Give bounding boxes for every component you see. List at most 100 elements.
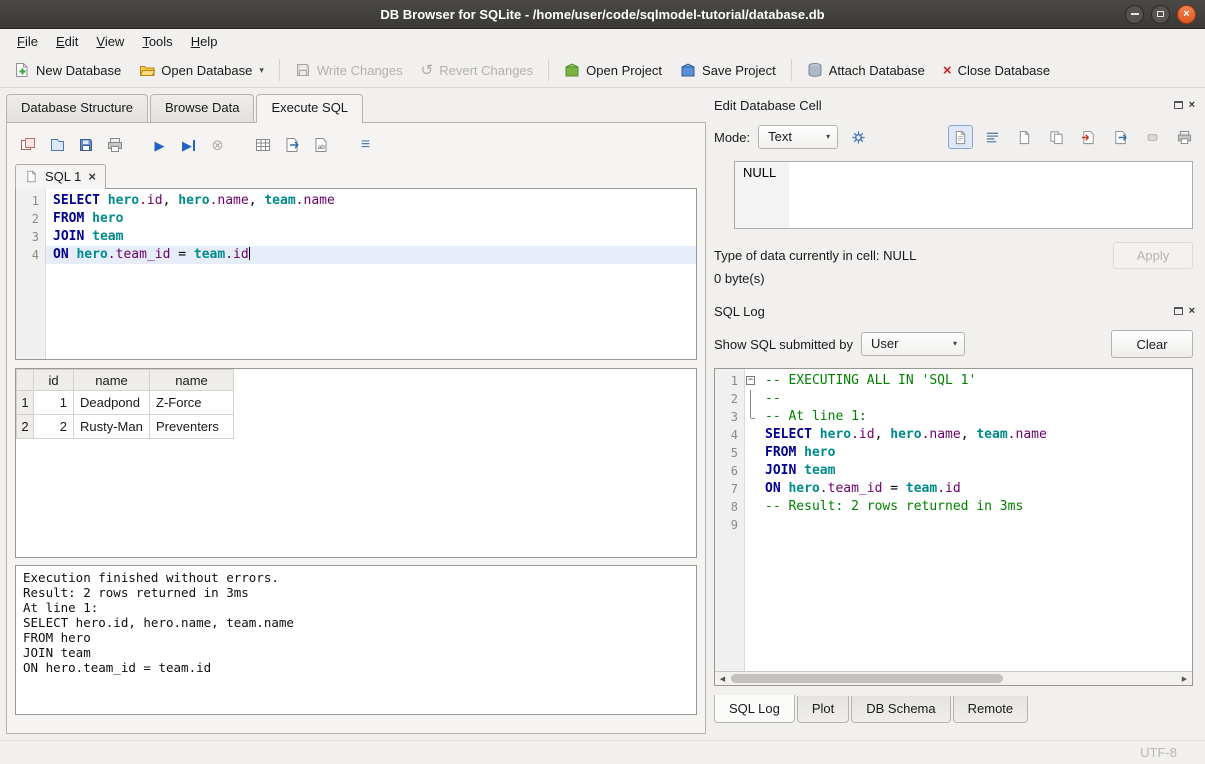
mode-value: Text <box>768 129 792 144</box>
print-cell-button[interactable] <box>1172 125 1197 149</box>
clear-log-button[interactable]: Clear <box>1111 330 1193 358</box>
minimize-button[interactable] <box>1125 5 1144 24</box>
table-row[interactable]: 1 1 Deadpond Z-Force <box>17 391 234 415</box>
row-number[interactable]: 2 <box>17 415 34 439</box>
new-database-button[interactable]: New Database <box>6 58 129 82</box>
cell-team-name[interactable]: Z-Force <box>150 391 234 415</box>
close-database-button[interactable]: × Close Database <box>935 59 1058 82</box>
code-text: -- Result: 2 rows returned in 3ms <box>758 498 1192 516</box>
open-project-button[interactable]: Open Project <box>556 58 670 82</box>
close-button[interactable]: × <box>1177 5 1196 24</box>
close-panel-icon[interactable]: × <box>1189 100 1195 111</box>
column-header-id[interactable]: id <box>34 370 74 391</box>
execution-output[interactable]: Execution finished without errors.Result… <box>15 565 697 715</box>
float-panel-icon[interactable] <box>1174 101 1183 109</box>
results-area[interactable]: id name name 1 1 Deadpond Z-Force 2 2 Ru… <box>15 368 697 558</box>
menu-tools[interactable]: Tools <box>133 31 181 52</box>
text-mode-button[interactable] <box>948 125 973 149</box>
code-text <box>758 516 1192 534</box>
export-cell-data-button[interactable] <box>1108 125 1133 149</box>
tab-database-structure[interactable]: Database Structure <box>6 94 148 122</box>
save-sql-file-button[interactable] <box>73 133 98 157</box>
cell-id[interactable]: 2 <box>34 415 74 439</box>
execute-line-icon: ▶ <box>182 139 192 152</box>
sql-log-view[interactable]: 1−-- EXECUTING ALL IN 'SQL 1'2--3-- At l… <box>714 368 1193 686</box>
code-line[interactable]: 6JOIN team <box>715 462 1192 480</box>
code-line[interactable]: 2FROM hero <box>16 210 696 228</box>
scroll-right-icon[interactable]: ▶ <box>1177 675 1192 683</box>
save-project-button[interactable]: Save Project <box>672 58 784 82</box>
menu-file[interactable]: File <box>8 31 47 52</box>
execute-sql-panel: ▶ ▶ ⊗ <box>6 122 706 734</box>
new-sql-tab-button[interactable] <box>15 133 40 157</box>
code-line[interactable]: 5FROM hero <box>715 444 1192 462</box>
table-row[interactable]: 2 2 Rusty-Man Preventers <box>17 415 234 439</box>
tab-remote[interactable]: Remote <box>953 696 1029 723</box>
attach-database-button[interactable]: Attach Database <box>799 58 933 82</box>
tab-db-schema[interactable]: DB Schema <box>851 696 950 723</box>
code-line[interactable]: 3JOIN team <box>16 228 696 246</box>
cell-team-name[interactable]: Preventers <box>150 415 234 439</box>
cell-value-editor[interactable]: NULL <box>734 161 1193 229</box>
code-line[interactable]: 4SELECT hero.id, hero.name, team.name <box>715 426 1192 444</box>
auto-switch-mode-button[interactable] <box>845 125 872 150</box>
open-cell-data-button[interactable] <box>1012 125 1037 149</box>
code-line[interactable]: 4ON hero.team_id = team.id <box>16 246 696 264</box>
export-results-button[interactable] <box>279 133 304 157</box>
log-filter-select[interactable]: User ▾ <box>861 332 965 356</box>
format-sql-button[interactable]: ≡ <box>353 133 378 157</box>
float-panel-icon[interactable] <box>1174 307 1183 315</box>
results-table[interactable]: id name name 1 1 Deadpond Z-Force 2 2 Ru… <box>16 369 234 439</box>
tab-sql-log[interactable]: SQL Log <box>714 695 795 723</box>
gear-icon <box>851 130 866 145</box>
tab-execute-sql[interactable]: Execute SQL <box>256 94 363 123</box>
menu-view[interactable]: View <box>87 31 133 52</box>
cell-hero-name[interactable]: Deadpond <box>74 391 150 415</box>
dock-controls: × <box>1174 306 1197 317</box>
menu-edit[interactable]: Edit <box>47 31 87 52</box>
tab-plot[interactable]: Plot <box>797 696 849 723</box>
attach-database-icon <box>807 62 823 78</box>
sql-tab[interactable]: SQL 1 × <box>15 164 106 189</box>
close-panel-icon[interactable]: × <box>1189 306 1195 317</box>
cell-id[interactable]: 1 <box>34 391 74 415</box>
code-line[interactable]: 1−-- EXECUTING ALL IN 'SQL 1' <box>715 372 1192 390</box>
execute-all-button[interactable]: ▶ <box>147 133 172 157</box>
column-header-name[interactable]: name <box>150 370 234 391</box>
code-line[interactable]: 3-- At line 1: <box>715 408 1192 426</box>
row-number[interactable]: 1 <box>17 391 34 415</box>
word-wrap-button[interactable] <box>980 125 1005 149</box>
mode-select[interactable]: Text ▾ <box>758 125 838 149</box>
scroll-left-icon[interactable]: ◀ <box>715 675 730 683</box>
sql-log-code[interactable]: 1−-- EXECUTING ALL IN 'SQL 1'2--3-- At l… <box>715 369 1192 671</box>
import-cell-data-button[interactable] <box>1076 125 1101 149</box>
chevron-down-icon[interactable]: ▾ <box>259 65 264 76</box>
tab-browse-data[interactable]: Browse Data <box>150 94 254 122</box>
close-tab-icon[interactable]: × <box>88 170 96 183</box>
maximize-button[interactable] <box>1151 5 1170 24</box>
open-database-button[interactable]: Open Database ▾ <box>131 58 272 82</box>
fold-marker-icon[interactable]: − <box>745 372 758 390</box>
cell-type-row: Type of data currently in cell: NULL App… <box>714 241 1197 269</box>
code-line[interactable]: 1SELECT hero.id, hero.name, team.name <box>16 192 696 210</box>
edit-cell-title: Edit Database Cell <box>714 98 822 113</box>
horizontal-scrollbar[interactable]: ◀ ▶ <box>715 671 1192 685</box>
copy-cell-button[interactable] <box>1044 125 1069 149</box>
open-sql-file-button[interactable] <box>44 133 69 157</box>
edit-grid-button[interactable] <box>250 133 275 157</box>
menu-help[interactable]: Help <box>182 31 227 52</box>
scrollbar-thumb[interactable] <box>731 674 1003 683</box>
fold-guide <box>745 462 758 480</box>
code-line[interactable]: 7ON hero.team_id = team.id <box>715 480 1192 498</box>
sql-editor[interactable]: 1SELECT hero.id, hero.name, team.name2FR… <box>15 188 697 360</box>
sql-doc-icon <box>25 170 38 183</box>
execute-line-button[interactable]: ▶ <box>176 133 201 157</box>
autocomplete-button[interactable]: ab <box>308 133 333 157</box>
code-line[interactable]: 2-- <box>715 390 1192 408</box>
code-line[interactable]: 9 <box>715 516 1192 534</box>
cell-hero-name[interactable]: Rusty-Man <box>74 415 150 439</box>
code-text: SELECT hero.id, hero.name, team.name <box>758 426 1192 444</box>
column-header-name[interactable]: name <box>74 370 150 391</box>
code-line[interactable]: 8-- Result: 2 rows returned in 3ms <box>715 498 1192 516</box>
print-button[interactable] <box>102 133 127 157</box>
